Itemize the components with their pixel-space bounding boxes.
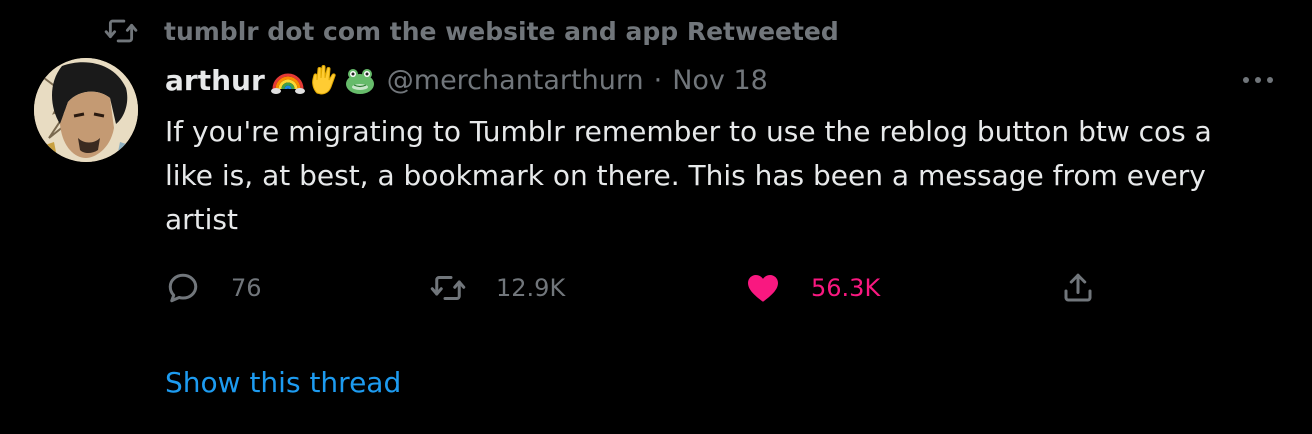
more-icon bbox=[1241, 70, 1275, 89]
raised-hand-emoji bbox=[307, 63, 341, 97]
reply-button[interactable]: 76 bbox=[165, 266, 262, 310]
retweet-icon bbox=[430, 270, 466, 306]
retweeted-by-row[interactable]: tumblr dot com the website and app Retwe… bbox=[104, 14, 839, 48]
share-button[interactable] bbox=[1060, 266, 1096, 310]
like-button[interactable]: 56.3K bbox=[745, 266, 880, 310]
tweet-actions: 76 12.9K 56.3K bbox=[165, 266, 1165, 310]
more-options-button[interactable] bbox=[1238, 64, 1278, 94]
like-count: 56.3K bbox=[811, 274, 881, 302]
display-name[interactable]: arthur bbox=[165, 64, 265, 97]
rainbow-emoji bbox=[270, 63, 305, 97]
show-thread-link[interactable]: Show this thread bbox=[165, 366, 401, 399]
reply-icon bbox=[165, 270, 201, 306]
retweet-button[interactable]: 12.9K bbox=[430, 266, 565, 310]
tweet-header: arthur @merchantarthurn · Nov 18 bbox=[165, 60, 768, 100]
retweet-count: 12.9K bbox=[496, 274, 566, 302]
tweet-text: If you're migrating to Tumblr remember t… bbox=[165, 115, 1212, 236]
frog-emoji bbox=[343, 63, 377, 97]
separator-dot: · bbox=[653, 64, 663, 96]
reply-count: 76 bbox=[231, 274, 262, 302]
tweet-date[interactable]: Nov 18 bbox=[672, 65, 768, 96]
retweeted-by-text: tumblr dot com the website and app Retwe… bbox=[164, 16, 839, 46]
heart-icon bbox=[745, 270, 781, 306]
share-icon bbox=[1060, 270, 1096, 306]
tweet-card[interactable]: tumblr dot com the website and app Retwe… bbox=[0, 0, 1312, 434]
user-handle[interactable]: @merchantarthurn bbox=[387, 65, 644, 96]
retweet-icon bbox=[104, 14, 138, 48]
avatar[interactable] bbox=[34, 58, 138, 162]
